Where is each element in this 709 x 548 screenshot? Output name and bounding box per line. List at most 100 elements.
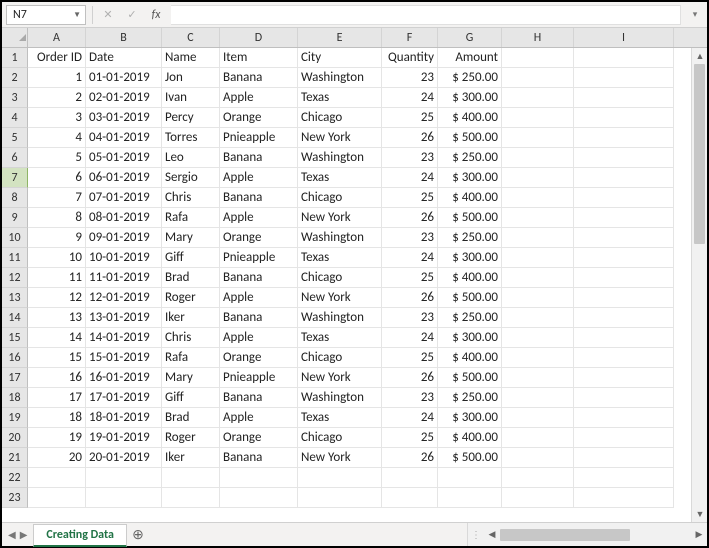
row-header[interactable]: 18 xyxy=(2,388,28,408)
cell[interactable]: 9 xyxy=(28,228,86,248)
cell[interactable] xyxy=(162,488,220,508)
cell[interactable]: Brad xyxy=(162,268,220,288)
cell[interactable]: 23 xyxy=(382,228,438,248)
row-header[interactable]: 3 xyxy=(2,88,28,108)
cell[interactable] xyxy=(86,468,162,488)
cell[interactable]: $ 400.00 xyxy=(438,108,502,128)
cell[interactable]: 13-01-2019 xyxy=(86,308,162,328)
cell[interactable]: 24 xyxy=(382,408,438,428)
cell[interactable]: Chris xyxy=(162,188,220,208)
row-header[interactable]: 5 xyxy=(2,128,28,148)
cell[interactable]: Torres xyxy=(162,128,220,148)
cell[interactable]: City xyxy=(298,48,382,68)
cell[interactable] xyxy=(574,228,674,248)
row-header[interactable]: 23 xyxy=(2,488,28,508)
cell[interactable]: 8 xyxy=(28,208,86,228)
cell[interactable]: New York xyxy=(298,208,382,228)
cell[interactable]: Orange xyxy=(220,228,298,248)
cell[interactable]: Rafa xyxy=(162,348,220,368)
cell[interactable]: $ 400.00 xyxy=(438,348,502,368)
cell[interactable]: $ 500.00 xyxy=(438,448,502,468)
cell[interactable]: Ivan xyxy=(162,88,220,108)
cell[interactable] xyxy=(298,468,382,488)
cell[interactable]: 20 xyxy=(28,448,86,468)
cell[interactable] xyxy=(574,288,674,308)
cell[interactable] xyxy=(502,448,574,468)
tab-prev-icon[interactable]: ◀ xyxy=(8,528,16,541)
row-header[interactable]: 20 xyxy=(2,428,28,448)
cell[interactable] xyxy=(502,128,574,148)
cell[interactable]: 16 xyxy=(28,368,86,388)
cell[interactable]: $ 500.00 xyxy=(438,208,502,228)
cell[interactable] xyxy=(574,408,674,428)
cell[interactable]: Texas xyxy=(298,248,382,268)
cell[interactable]: Chicago xyxy=(298,428,382,448)
row-header[interactable]: 4 xyxy=(2,108,28,128)
cell[interactable] xyxy=(574,128,674,148)
cell[interactable]: Date xyxy=(86,48,162,68)
cell[interactable]: 23 xyxy=(382,148,438,168)
column-header-A[interactable]: A xyxy=(28,28,86,47)
cell[interactable]: 25 xyxy=(382,428,438,448)
cell[interactable]: 12 xyxy=(28,288,86,308)
vscroll-track[interactable] xyxy=(692,64,707,506)
cell[interactable] xyxy=(574,468,674,488)
cell[interactable]: 19-01-2019 xyxy=(86,428,162,448)
cell[interactable]: Rafa xyxy=(162,208,220,228)
cell[interactable] xyxy=(382,488,438,508)
cell[interactable] xyxy=(382,468,438,488)
horizontal-scrollbar[interactable]: ⋮ ◀ ▶ xyxy=(467,523,707,546)
row-header[interactable]: 10 xyxy=(2,228,28,248)
cell[interactable] xyxy=(502,168,574,188)
row-header[interactable]: 8 xyxy=(2,188,28,208)
cell[interactable] xyxy=(220,468,298,488)
cell[interactable]: Sergio xyxy=(162,168,220,188)
cell[interactable] xyxy=(502,108,574,128)
row-header[interactable]: 7 xyxy=(2,168,28,188)
cell[interactable]: Roger xyxy=(162,288,220,308)
column-header-G[interactable]: G xyxy=(438,28,502,47)
enter-icon[interactable]: ✓ xyxy=(123,6,141,24)
cell[interactable]: 23 xyxy=(382,68,438,88)
cell[interactable]: Item xyxy=(220,48,298,68)
cell[interactable]: 5 xyxy=(28,148,86,168)
cell[interactable]: Percy xyxy=(162,108,220,128)
chevron-down-icon[interactable]: ▼ xyxy=(73,10,81,20)
cell[interactable]: Texas xyxy=(298,408,382,428)
cell[interactable]: 17-01-2019 xyxy=(86,388,162,408)
cell[interactable]: Brad xyxy=(162,408,220,428)
cell[interactable]: 12-01-2019 xyxy=(86,288,162,308)
column-header-E[interactable]: E xyxy=(298,28,382,47)
cell[interactable]: Washington xyxy=(298,228,382,248)
cell[interactable]: 11-01-2019 xyxy=(86,268,162,288)
cell[interactable]: 10-01-2019 xyxy=(86,248,162,268)
cell[interactable]: Banana xyxy=(220,268,298,288)
row-header[interactable]: 9 xyxy=(2,208,28,228)
cell[interactable] xyxy=(502,228,574,248)
cell[interactable]: Apple xyxy=(220,208,298,228)
add-sheet-button[interactable]: ⊕ xyxy=(127,523,149,546)
cell[interactable]: Washington xyxy=(298,68,382,88)
cell[interactable] xyxy=(220,488,298,508)
cell[interactable] xyxy=(502,48,574,68)
cell[interactable] xyxy=(28,468,86,488)
tab-next-icon[interactable]: ▶ xyxy=(20,528,28,541)
cell[interactable] xyxy=(502,388,574,408)
cell[interactable]: Pnieapple xyxy=(220,368,298,388)
cell[interactable]: Texas xyxy=(298,88,382,108)
cell[interactable] xyxy=(574,88,674,108)
column-header-B[interactable]: B xyxy=(86,28,162,47)
cell[interactable]: 01-01-2019 xyxy=(86,68,162,88)
cell[interactable]: 24 xyxy=(382,248,438,268)
cell[interactable]: $ 250.00 xyxy=(438,148,502,168)
cell[interactable] xyxy=(502,408,574,428)
cell[interactable]: Chicago xyxy=(298,108,382,128)
cell[interactable]: Washington xyxy=(298,308,382,328)
cell[interactable]: 25 xyxy=(382,348,438,368)
cell[interactable]: 25 xyxy=(382,108,438,128)
row-header[interactable]: 2 xyxy=(2,68,28,88)
cell[interactable] xyxy=(502,348,574,368)
cell[interactable]: 06-01-2019 xyxy=(86,168,162,188)
cell[interactable] xyxy=(502,268,574,288)
cell[interactable]: $ 250.00 xyxy=(438,228,502,248)
